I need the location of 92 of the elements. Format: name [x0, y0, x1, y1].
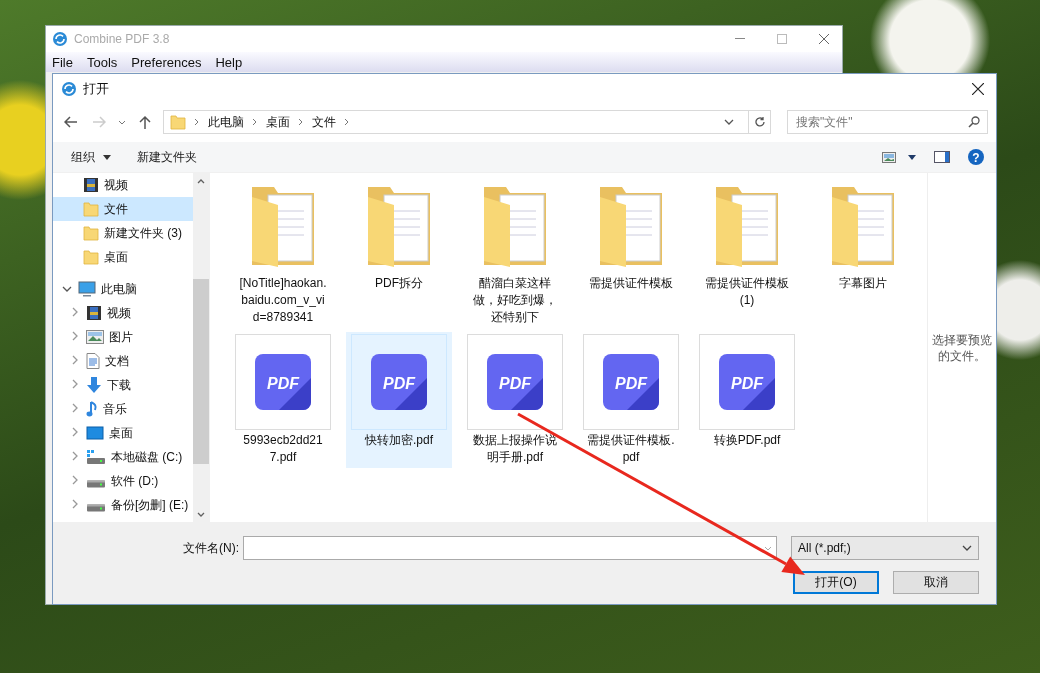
picture-icon: [86, 330, 104, 344]
organize-menu-button[interactable]: 组织: [71, 146, 111, 168]
chevron-right-icon[interactable]: [71, 403, 79, 413]
folder-icon: [83, 225, 99, 241]
refresh-icon: [753, 116, 766, 128]
chevron-right-icon: [194, 118, 200, 126]
folder-item[interactable]: 醋溜白菜这样做，好吃到爆，还特别下: [462, 177, 568, 328]
computer-icon: [78, 281, 96, 297]
window-title: Combine PDF 3.8: [74, 32, 171, 46]
chevron-right-icon: [298, 118, 304, 126]
help-icon[interactable]: ?: [968, 149, 984, 165]
sidebar-item[interactable]: 视频: [53, 173, 193, 197]
menu-item[interactable]: File: [52, 54, 73, 70]
menu-item[interactable]: Help: [215, 54, 243, 70]
folder-item[interactable]: 需提供证件模板(1): [694, 177, 800, 328]
sidebar-item[interactable]: 文件: [53, 197, 193, 221]
search-icon: [968, 116, 980, 128]
folder-item[interactable]: 需提供证件模板: [578, 177, 684, 328]
sidebar-item[interactable]: 桌面: [53, 245, 193, 269]
chevron-right-icon[interactable]: [71, 427, 79, 437]
cancel-button[interactable]: 取消: [893, 570, 979, 594]
caret-icon: [908, 154, 916, 160]
sidebar-item[interactable]: 备份[勿删] (E:): [53, 493, 193, 517]
chevron-right-icon[interactable]: [71, 451, 79, 461]
music-note-icon: [86, 401, 98, 417]
back-arrow-icon: [64, 116, 78, 128]
chevron-right-icon[interactable]: [344, 118, 350, 126]
file-type-dropdown[interactable]: All (*.pdf;): [791, 536, 979, 560]
folder-item[interactable]: PDF拆分: [346, 177, 452, 328]
sidebar-item[interactable]: 视频: [53, 301, 193, 325]
address-bar[interactable]: 此电脑 桌面 文件: [163, 110, 771, 134]
scroll-down-icon[interactable]: [197, 511, 205, 517]
film-icon: [83, 177, 99, 193]
desktop-icon: [86, 425, 104, 441]
filename-field[interactable]: [243, 536, 777, 560]
folder-icon: [83, 249, 99, 265]
app-logo-icon: [61, 81, 77, 97]
menu-item[interactable]: Tools: [86, 54, 118, 70]
open-button[interactable]: 打开(O): [793, 570, 879, 594]
chevron-down-icon: [962, 545, 972, 551]
pdf-file-item[interactable]: PDF 快转加密.pdf: [346, 332, 452, 468]
breadcrumb-item[interactable]: 文件: [312, 113, 336, 131]
chevron-right-icon[interactable]: [71, 331, 79, 341]
document-icon: [86, 353, 100, 369]
folder-icon: [83, 201, 99, 217]
search-field[interactable]: 搜索"文件": [787, 110, 988, 134]
chevron-down-icon: [118, 119, 126, 125]
chevron-right-icon[interactable]: [71, 475, 79, 485]
sidebar-item[interactable]: 图片: [53, 325, 193, 349]
app-logo-icon: [52, 31, 68, 47]
sidebar-item[interactable]: 软件 (D:): [53, 469, 193, 493]
view-options-button[interactable]: [882, 151, 916, 163]
chevron-right-icon[interactable]: [71, 499, 79, 509]
drive-icon: [86, 449, 106, 465]
sidebar-item[interactable]: 此电脑: [53, 277, 193, 301]
scroll-up-icon[interactable]: [197, 178, 205, 184]
sidebar-item[interactable]: 文档: [53, 349, 193, 373]
filename-label: 文件名(N):: [183, 539, 240, 557]
folder-item[interactable]: 字幕图片: [810, 177, 916, 328]
sidebar-item[interactable]: 新建文件夹 (3): [53, 221, 193, 245]
breadcrumb-item[interactable]: 此电脑: [208, 113, 244, 131]
chevron-right-icon: [252, 118, 258, 126]
film-icon: [86, 305, 102, 321]
chevron-right-icon[interactable]: [71, 307, 79, 317]
chevron-down-icon: [724, 119, 734, 125]
folder-item[interactable]: [NoTitle]haokan.baidu.com_v_vid=8789341: [230, 177, 336, 328]
sidebar-item[interactable]: 下载: [53, 373, 193, 397]
menu-item[interactable]: Preferences: [131, 54, 202, 70]
chevron-right-icon[interactable]: [71, 355, 79, 365]
close-icon: [819, 34, 829, 44]
preview-pane-icon[interactable]: [934, 151, 950, 163]
sidebar-item[interactable]: 音乐: [53, 397, 193, 421]
close-icon: [972, 83, 984, 95]
sidebar-item[interactable]: 桌面: [53, 421, 193, 445]
chevron-down-icon[interactable]: [62, 285, 72, 293]
scrollbar[interactable]: [193, 173, 209, 522]
sidebar-item[interactable]: 本地磁盘 (C:): [53, 445, 193, 469]
up-arrow-icon: [139, 115, 151, 129]
caret-icon: [103, 154, 111, 160]
download-icon: [86, 377, 102, 393]
chevron-right-icon[interactable]: [71, 379, 79, 389]
dialog-title: 打开: [83, 80, 110, 98]
new-folder-button[interactable]: 新建文件夹: [137, 146, 197, 168]
breadcrumb-item[interactable]: 桌面: [266, 113, 290, 131]
picture-icon: [882, 151, 896, 163]
drive-icon: [86, 504, 106, 512]
minimize-icon: [735, 38, 745, 40]
chevron-down-icon: [764, 545, 772, 551]
drive-icon: [86, 480, 106, 488]
folder-icon: [170, 114, 186, 130]
maximize-icon: [777, 34, 787, 44]
forward-arrow-icon: [92, 116, 106, 128]
